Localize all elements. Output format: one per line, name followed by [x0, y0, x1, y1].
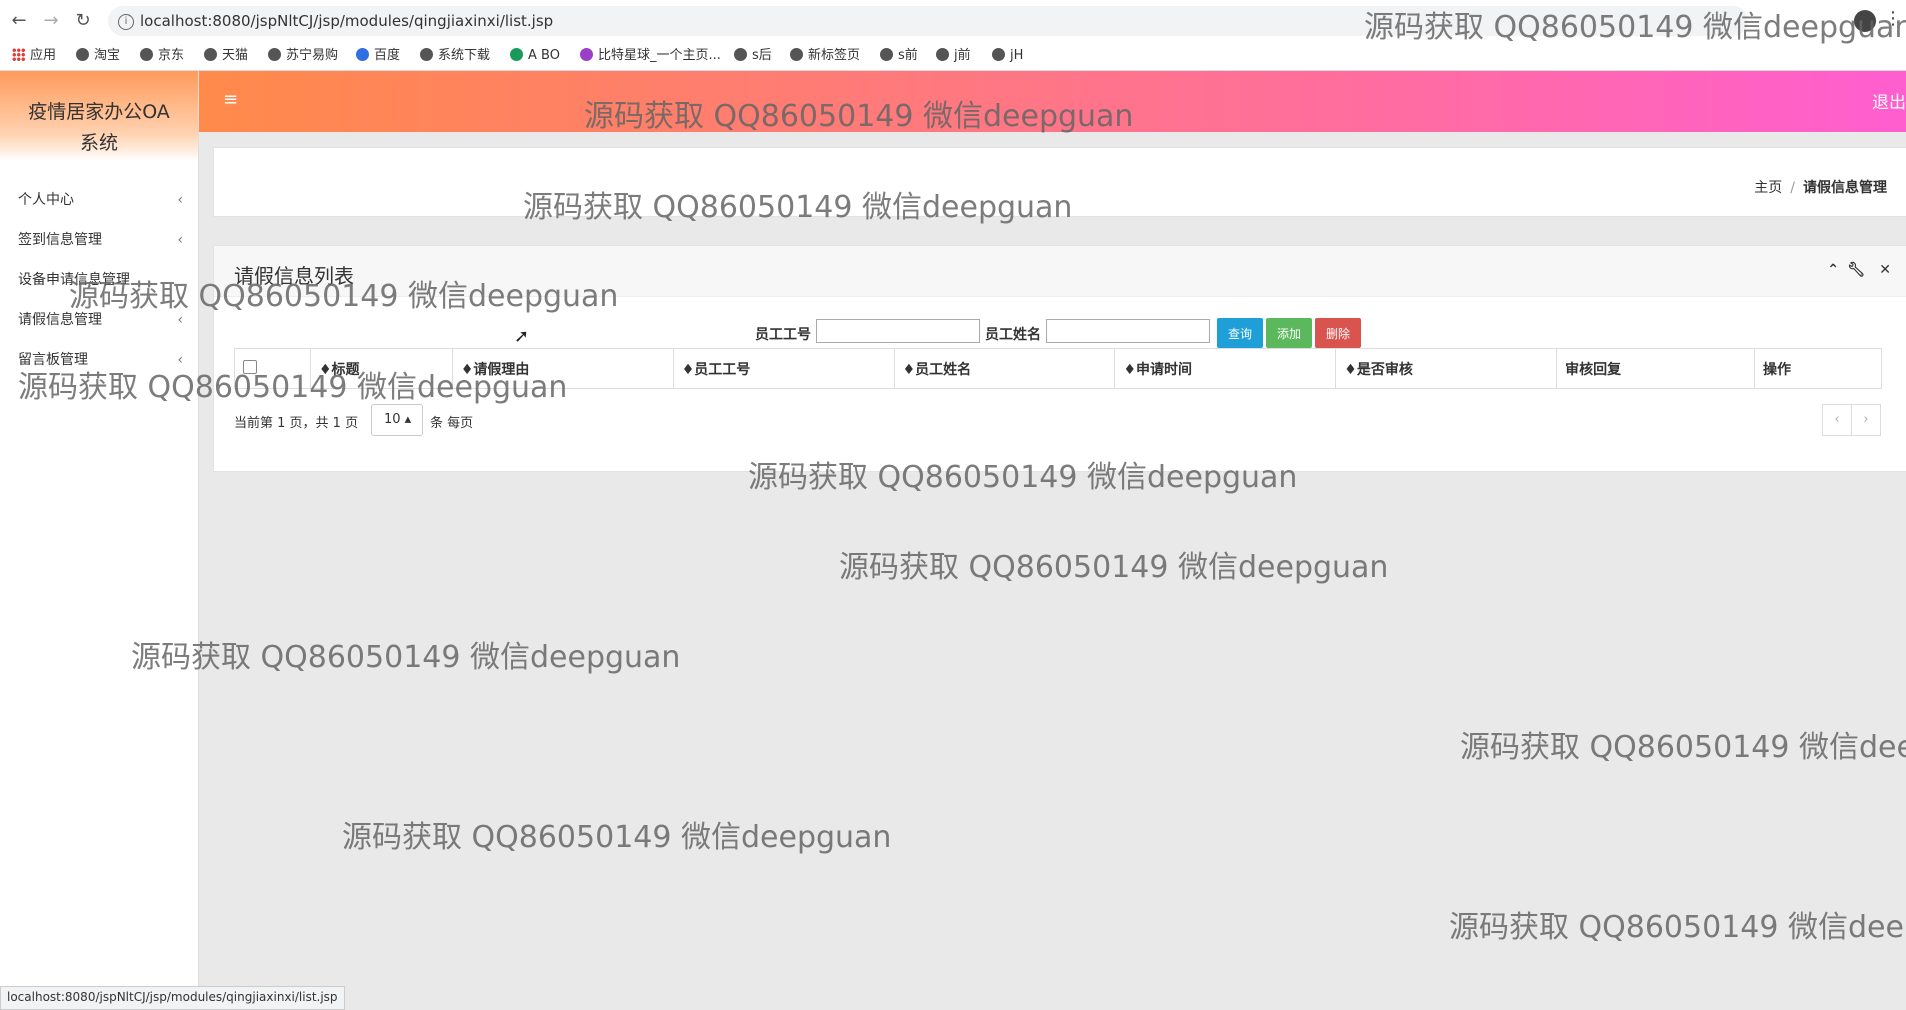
bookmark-s-front[interactable]: s前: [880, 46, 918, 66]
bookmark-jh[interactable]: jH: [992, 46, 1023, 66]
sidebar-item-checkin[interactable]: 签到信息管理 ‹: [18, 230, 183, 250]
col-emp-no[interactable]: ♦员工工号: [672, 348, 895, 389]
sidebar-item-leave[interactable]: 请假信息管理 ‹: [18, 310, 183, 330]
breadcrumb: 主页 / 请假信息管理: [1754, 177, 1887, 197]
globe-icon: [420, 48, 433, 61]
breadcrumb-home[interactable]: 主页: [1754, 180, 1782, 196]
globe-icon: [268, 48, 281, 61]
globe-icon: [936, 48, 949, 61]
pager-row: 当前第 1 页，共 1 页 10 ▴ 条 每页 ‹ ›: [234, 404, 1882, 438]
col-title[interactable]: ♦标题: [309, 348, 453, 389]
bookmarks-bar: 应用 淘宝 京东 天猫 苏宁易购 百度 系统下载 A BO 比特星球_一个主页.…: [0, 42, 1906, 71]
browser-toolbar: ← → ↻ i localhost:8080/jspNltCJ/jsp/modu…: [0, 0, 1906, 42]
status-bar: localhost:8080/jspNltCJ/jsp/modules/qing…: [0, 986, 345, 1010]
sidebar-item-device[interactable]: 设备申请信息管理: [18, 270, 183, 290]
select-all-header[interactable]: [234, 348, 311, 389]
breadcrumb-current: 请假信息管理: [1803, 180, 1887, 196]
globe-icon: [76, 48, 89, 61]
bookmark-download[interactable]: 系统下载: [420, 46, 490, 66]
emp-name-input[interactable]: [1046, 319, 1210, 343]
sidebar-item-message[interactable]: 留言板管理 ‹: [18, 350, 183, 370]
watermark: 源码获取 QQ86050149 微信deepguan: [1449, 910, 1906, 945]
bitstar-icon: [580, 48, 593, 61]
address-url[interactable]: localhost:8080/jspNltCJ/jsp/modules/qing…: [140, 6, 553, 36]
sidebar-brand: 疫情居家办公OA系统: [0, 71, 198, 161]
apps-icon: [12, 48, 25, 61]
prev-page-button[interactable]: ‹: [1822, 404, 1852, 436]
globe-icon: [880, 48, 893, 61]
list-card: 请假信息列表 ⌃ 🔧︎ ✕ 员工工号 员工姓名 查询 添加 删除 ♦标题 ♦请假…: [213, 245, 1906, 472]
bookmark-tmall[interactable]: 天猫: [204, 46, 248, 66]
bookmark-apps[interactable]: 应用: [12, 46, 56, 66]
chevron-left-icon: ‹: [177, 232, 183, 248]
globe-icon: [790, 48, 803, 61]
forward-icon[interactable]: →: [40, 10, 62, 32]
emp-no-label: 员工工号: [755, 327, 811, 343]
col-apply-time[interactable]: ♦申请时间: [1114, 348, 1337, 389]
bookmark-j-front[interactable]: j前: [936, 46, 971, 66]
bookmark-suning[interactable]: 苏宁易购: [268, 46, 338, 66]
table-header-row: ♦标题 ♦请假理由 ♦员工工号 ♦员工姓名 ♦申请时间 ♦是否审核 审核回复 操…: [234, 348, 1882, 389]
per-page-label: 条 每页: [430, 416, 474, 431]
col-approved[interactable]: ♦是否审核: [1335, 348, 1558, 389]
info-icon[interactable]: i: [118, 14, 134, 30]
menu-dots-icon[interactable]: ⋮: [1884, 8, 1902, 29]
watermark: 源码获取 QQ86050149 微信deepguan: [131, 640, 681, 675]
bookmark-baidu[interactable]: 百度: [356, 46, 400, 66]
search-button[interactable]: 查询: [1217, 318, 1263, 348]
chevron-left-icon: ‹: [177, 192, 183, 208]
mouse-cursor-icon: ➚: [514, 326, 530, 347]
col-reply: 审核回复: [1556, 348, 1756, 389]
caret-up-icon: ▴: [400, 412, 412, 427]
close-icon[interactable]: ✕: [1879, 262, 1891, 278]
list-title: 请假信息列表: [234, 264, 354, 288]
globe-icon: [734, 48, 747, 61]
hamburger-icon[interactable]: ≡: [223, 89, 238, 110]
col-actions: 操作: [1754, 348, 1882, 389]
data-table: ♦标题 ♦请假理由 ♦员工工号 ♦员工姓名 ♦申请时间 ♦是否审核 审核回复 操…: [234, 348, 1882, 389]
emp-name-label: 员工姓名: [985, 327, 1041, 343]
bookmark-jd[interactable]: 京东: [140, 46, 184, 66]
profile-icon[interactable]: [1854, 10, 1876, 32]
bookmark-bitstar[interactable]: 比特星球_一个主页...: [580, 46, 721, 66]
bookmark-s-back[interactable]: s后: [734, 46, 772, 66]
sidebar: 疫情居家办公OA系统 个人中心 ‹ 签到信息管理 ‹ 设备申请信息管理 请假信息管理…: [0, 71, 199, 1008]
globe-icon: [140, 48, 153, 61]
logout-button[interactable]: 退出: [1872, 88, 1906, 113]
delete-button[interactable]: 删除: [1315, 318, 1361, 348]
globe-icon: [204, 48, 217, 61]
add-button[interactable]: 添加: [1266, 318, 1312, 348]
globe-icon: [992, 48, 1005, 61]
reload-icon[interactable]: ↻: [72, 10, 94, 32]
sidebar-item-personal[interactable]: 个人中心 ‹: [18, 190, 183, 210]
chevron-left-icon: ‹: [177, 352, 183, 368]
next-page-button[interactable]: ›: [1851, 404, 1881, 436]
list-header: 请假信息列表 ⌃ 🔧︎ ✕: [214, 246, 1906, 297]
breadcrumb-card: 主页 / 请假信息管理: [213, 147, 1906, 217]
emp-no-input[interactable]: [816, 319, 980, 343]
page-size-select[interactable]: 10 ▴: [371, 404, 423, 436]
watermark: 源码获取 QQ86050149 微信deepguan: [342, 820, 892, 855]
bookmark-taobao[interactable]: 淘宝: [76, 46, 120, 66]
bookmark-newtab[interactable]: 新标签页: [790, 46, 860, 66]
watermark: 源码获取 QQ86050149 微信deepguan: [1460, 730, 1906, 765]
abo-icon: [510, 48, 523, 61]
back-icon[interactable]: ←: [8, 10, 30, 32]
top-navbar: ≡ 退出: [199, 71, 1906, 132]
address-bar[interactable]: i localhost:8080/jspNltCJ/jsp/modules/qi…: [108, 6, 1748, 36]
paw-icon: [356, 48, 369, 61]
col-emp-name[interactable]: ♦员工姓名: [893, 348, 1116, 389]
wrench-icon[interactable]: 🔧︎: [1847, 262, 1865, 278]
page-info: 当前第 1 页，共 1 页: [234, 416, 359, 431]
select-all-checkbox[interactable]: [243, 359, 257, 374]
bookmark-abo[interactable]: A BO: [510, 46, 560, 66]
breadcrumb-separator: /: [1790, 180, 1795, 196]
watermark: 源码获取 QQ86050149 微信deepguan: [839, 550, 1389, 585]
col-reason[interactable]: ♦请假理由: [451, 348, 674, 389]
search-row: 员工工号 员工姓名 查询 添加 删除: [214, 318, 1906, 348]
chevron-left-icon: ‹: [177, 312, 183, 328]
collapse-icon[interactable]: ⌃: [1827, 262, 1839, 278]
